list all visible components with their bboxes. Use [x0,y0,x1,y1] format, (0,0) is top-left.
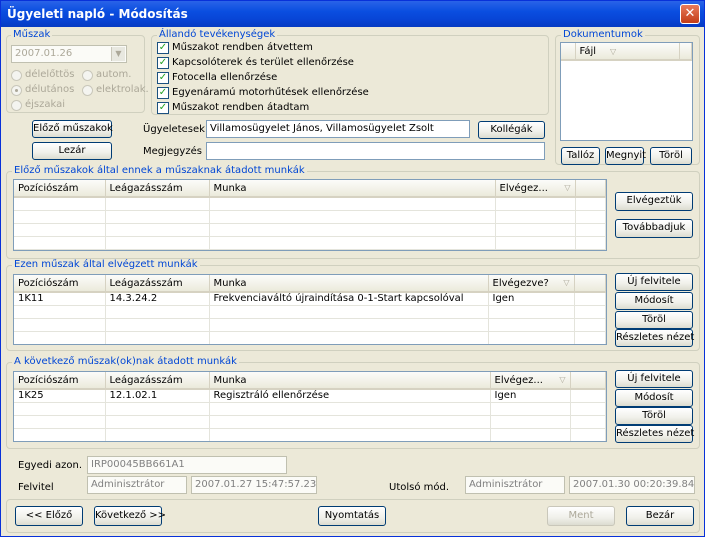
colleagues-button[interactable]: Kollégák [478,121,545,139]
sort-icon: ▽ [564,182,571,192]
sort-icon: ▽ [559,374,566,384]
table-row[interactable] [14,428,606,441]
chevron-down-icon[interactable]: ▼ [111,47,125,61]
radio-delutanos-label: délutános [25,84,75,95]
utolso-date-field[interactable]: 2007.01.30 00:20:39.843 [569,476,695,494]
print-button[interactable]: Nyomtatás [318,506,386,526]
grid3-col-elv[interactable]: Elvégez... ▽ [490,372,571,390]
exit-button[interactable]: Bezár [626,506,694,526]
radio-autom-label: autom. [96,69,132,80]
allando-legend: Állandó tevékenységek [157,29,278,40]
title-bar[interactable]: Ügyeleti napló - Módosítás ✕ [1,1,704,27]
doc-delete-button[interactable]: Töröl [650,147,692,165]
grid3-col-poz[interactable]: Pozíciószám [14,372,106,390]
check-motorhutesek[interactable]: ✓ [157,87,169,99]
previous-shifts-button[interactable]: Előző műszakok [32,120,113,138]
utolso-label: Utolsó mód. [389,482,450,493]
done-button[interactable]: Elvégeztük [615,192,693,211]
grid3-legend: A következő műszak(ok)nak átadott munkák [12,356,239,367]
delete-button-2[interactable]: Töröl [615,311,693,329]
pass-on-button[interactable]: Továbbadjuk [615,219,693,238]
radio-deleleottos-label: délelőttös [25,69,75,80]
browse-button[interactable]: Tallóz [561,147,600,165]
grid2-col-leag[interactable]: Leágazásszám [105,275,210,293]
table-row[interactable] [14,331,606,344]
shift-date-select[interactable]: 2007.01.26 ▼ [11,45,127,63]
grid1-col-poz[interactable]: Pozíciószám [14,180,106,198]
megjegyzes-field[interactable] [206,142,545,160]
grid1-table[interactable]: Pozíciószám Leágazásszám Munka Elvégez..… [13,179,607,251]
sort-icon: ▽ [563,277,570,287]
next-button[interactable]: Következő >> [94,506,166,526]
col-fajl[interactable]: Fájl ▽ [575,43,680,61]
table-row[interactable] [14,197,606,211]
grid3-col-leag[interactable]: Leágazásszám [105,372,210,390]
radio-ejszakai-label: éjszakai [25,99,66,110]
window-title: Ügyeleti napló - Módosítás [7,7,188,21]
modify-button-3[interactable]: Módosít [615,389,693,407]
radio-deleleottos[interactable] [11,70,22,81]
details-button-3[interactable]: Részletes nézet [615,425,694,443]
table-row[interactable] [14,210,606,224]
radio-elektrolak[interactable] [82,85,93,96]
table-row[interactable]: 1K25 12.1.02.1 Regisztráló ellenőrzése I… [14,389,606,403]
muszak-legend: Műszak [11,29,53,40]
shift-date-value: 2007.01.26 [15,48,73,59]
dokumentumok-legend: Dokumentumok [561,29,645,40]
close-shift-button[interactable]: Lezár [32,142,112,160]
grid1-col-elv[interactable]: Elvégez... ▽ [495,180,576,198]
documents-list[interactable]: Fájl ▽ [560,42,693,141]
radio-ejszakai[interactable] [11,100,22,111]
table-row[interactable] [14,415,606,429]
check-kapcsoloterek[interactable]: ✓ [157,57,169,69]
modify-button-2[interactable]: Módosít [615,292,693,310]
ugyeletesek-label: Ügyeletesek [143,124,205,135]
grid2-col-elv[interactable]: Elvégezve? ▽ [488,275,575,293]
grid2-legend: Ezen műszak által elvégzett munkák [12,259,200,270]
delete-button-3[interactable]: Töröl [615,407,693,425]
radio-autom[interactable] [82,70,93,81]
utolso-user-field[interactable]: Adminisztrátor [465,476,565,494]
check-motorhutesek-label: Egyenáramú motorhűtések ellenőrzése [172,87,369,98]
check-atvettem-label: Műszakot rendben átvettem [172,42,313,53]
check-atadtam-label: Műszakot rendben átadtam [172,102,310,113]
grid2-col-munka[interactable]: Munka [209,275,489,293]
felvitel-date-field[interactable]: 2007.01.27 15:47:57.234 [191,476,317,494]
details-button-2[interactable]: Részletes nézet [615,329,694,347]
save-button[interactable]: Ment [547,506,615,526]
grid1-legend: Előző műszakok által ennek a műszaknak á… [12,165,307,176]
egyedi-label: Egyedi azon. [18,460,83,471]
grid1-col-munka[interactable]: Munka [209,180,496,198]
ugyeletesek-field[interactable]: Villamosügyelet János, Villamosügyelet Z… [206,120,470,138]
table-row[interactable] [14,402,606,416]
table-row[interactable] [14,305,606,319]
open-button[interactable]: Megnyit [605,147,646,165]
table-row[interactable] [14,236,606,250]
megjegyzes-label: Megjegyzés [143,146,202,157]
check-fotocella[interactable]: ✓ [157,72,169,84]
grid3-table[interactable]: Pozíciószám Leágazásszám Munka Elvégez..… [13,371,607,442]
previous-button[interactable]: << Előző [15,506,83,526]
radio-delutanos[interactable] [11,85,22,96]
radio-elektrolak-label: elektrolak. [96,84,149,95]
sort-icon: ▽ [610,46,617,56]
grid3-col-munka[interactable]: Munka [209,372,491,390]
check-kapcsoloterek-label: Kapcsolóterek és terület ellenőrzése [172,57,354,68]
felvitel-label: Felvitel [18,482,54,493]
egyedi-field[interactable]: IRP00045BB661A1 [87,456,287,474]
new-entry-button-3[interactable]: Új felvitele [615,370,693,388]
table-row[interactable]: 1K11 14.3.24.2 Frekvenciaváltó újraindít… [14,292,606,306]
table-row[interactable] [14,318,606,332]
close-icon[interactable]: ✕ [680,4,700,24]
check-atadtam[interactable]: ✓ [157,102,169,114]
check-fotocella-label: Fotocella ellenőrzése [172,72,278,83]
check-atvettem[interactable]: ✓ [157,42,169,54]
table-row[interactable] [14,223,606,237]
main-window: Ügyeleti napló - Módosítás ✕ Műszak 2007… [0,0,705,537]
grid2-col-poz[interactable]: Pozíciószám [14,275,106,293]
felvitel-user-field[interactable]: Adminisztrátor [87,476,187,494]
new-entry-button-2[interactable]: Új felvitele [615,273,693,291]
grid1-col-leag[interactable]: Leágazásszám [105,180,210,198]
grid2-table[interactable]: Pozíciószám Leágazásszám Munka Elvégezve… [13,274,607,345]
